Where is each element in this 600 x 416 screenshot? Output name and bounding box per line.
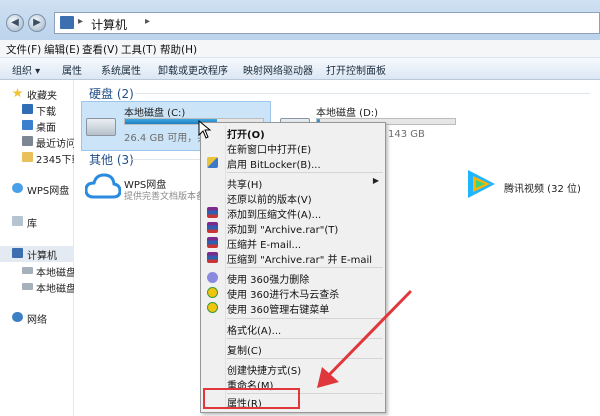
annotation-arrow: [317, 290, 412, 388]
mouse-cursor-icon: [198, 120, 212, 139]
